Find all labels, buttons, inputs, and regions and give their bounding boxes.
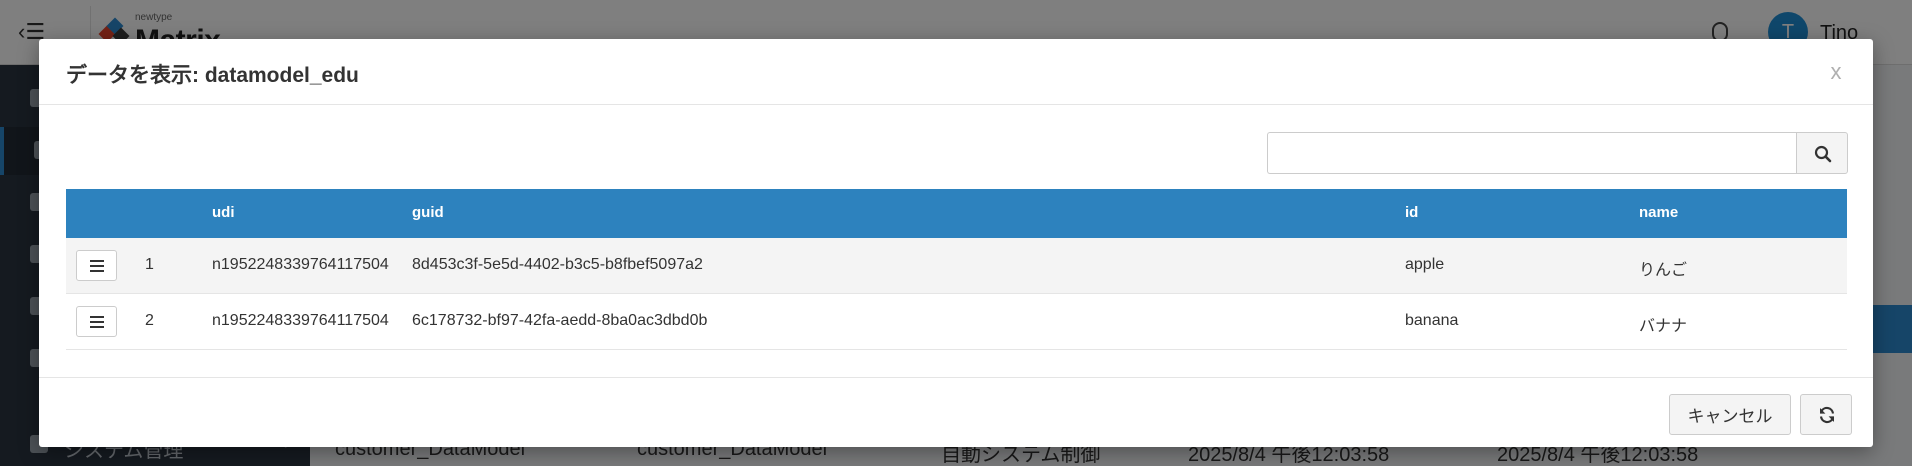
cell-id: apple bbox=[1405, 256, 1445, 273]
column-header-udi[interactable]: udi bbox=[212, 204, 235, 221]
data-table: udi guid id name 1 n1952248339764117504 … bbox=[66, 189, 1847, 350]
cell-udi: n1952248339764117504 bbox=[212, 312, 389, 329]
modal-header: データを表示: datamodel_edu x bbox=[39, 39, 1873, 105]
hamburger-icon bbox=[90, 316, 104, 328]
search-icon bbox=[1814, 145, 1832, 163]
refresh-icon bbox=[1819, 406, 1835, 424]
cell-guid: 6c178732-bf97-42fa-aedd-8ba0ac3dbd0b bbox=[412, 312, 708, 329]
row-menu-button[interactable] bbox=[76, 306, 117, 337]
search-group bbox=[1267, 132, 1848, 174]
table-row[interactable]: 1 n1952248339764117504 8d453c3f-5e5d-440… bbox=[66, 238, 1847, 294]
row-menu-button[interactable] bbox=[76, 250, 117, 281]
table-row[interactable]: 2 n1952248339764117504 6c178732-bf97-42f… bbox=[66, 294, 1847, 350]
column-header-name[interactable]: name bbox=[1639, 204, 1678, 221]
view-data-modal: データを表示: datamodel_edu x udi guid id name… bbox=[39, 39, 1873, 447]
cancel-button[interactable]: キャンセル bbox=[1669, 394, 1791, 435]
cell-id: banana bbox=[1405, 312, 1459, 329]
hamburger-icon bbox=[90, 260, 104, 272]
modal-title: データを表示: datamodel_edu bbox=[66, 64, 359, 87]
cell-guid: 8d453c3f-5e5d-4402-b3c5-b8fbef5097a2 bbox=[412, 256, 703, 273]
cell-name: りんご bbox=[1639, 262, 1688, 279]
row-index: 2 bbox=[145, 312, 154, 329]
table-header: udi guid id name bbox=[66, 189, 1847, 238]
column-header-id[interactable]: id bbox=[1405, 204, 1418, 221]
row-index: 1 bbox=[145, 256, 154, 273]
search-input[interactable] bbox=[1267, 132, 1797, 174]
close-button[interactable]: x bbox=[1823, 59, 1849, 85]
refresh-button[interactable] bbox=[1800, 394, 1852, 435]
cell-name: バナナ bbox=[1639, 318, 1688, 335]
column-header-guid[interactable]: guid bbox=[412, 204, 444, 221]
search-button[interactable] bbox=[1796, 132, 1848, 174]
cell-udi: n1952248339764117504 bbox=[212, 256, 389, 273]
modal-footer: キャンセル bbox=[39, 377, 1873, 447]
